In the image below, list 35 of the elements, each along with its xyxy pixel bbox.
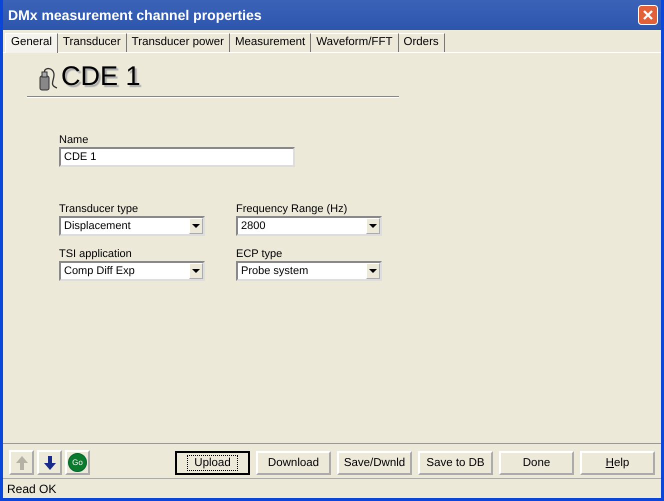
tab[interactable]: General [5,33,58,53]
tab[interactable]: Waveform/FFT [311,33,398,52]
caret-icon [369,269,377,273]
close-icon[interactable] [638,5,658,25]
dialog-button[interactable]: Save/Dwnld [337,450,412,474]
name-field[interactable]: CDE 1 [59,147,295,167]
status-text: Read OK [7,482,56,496]
window-title: DMx measurement channel properties [8,7,262,23]
dropdown[interactable]: Displacement [59,216,205,236]
tab[interactable]: Transducer power [126,33,230,52]
tab[interactable]: Transducer [58,33,127,52]
tab[interactable]: Measurement [230,33,312,52]
field-label: Transducer type [59,203,140,215]
dropdown[interactable]: Probe system [236,261,382,281]
channel-heading: CDE 1 [61,61,141,91]
tab[interactable]: Orders [398,33,445,52]
dialog-button[interactable]: Upload [175,450,250,474]
field-label: Name [59,134,90,146]
dialog-button[interactable]: Help [580,450,655,474]
dialog-button[interactable]: Save to DB [418,450,493,474]
field-label: ECP type [236,248,284,260]
field-label: Frequency Range (Hz) [236,203,348,215]
dialog-button[interactable]: Done [499,450,574,474]
caret-icon [192,269,200,273]
dropdown[interactable]: 2800 [236,216,382,236]
nav-button[interactable] [37,450,62,475]
sensor-icon [37,67,59,91]
caret-icon [192,224,200,228]
up-arrow-icon [16,456,28,470]
field-label: TSI application [59,248,133,260]
dropdown[interactable]: Comp Diff Exp [59,261,205,281]
nav-button[interactable]: Go [65,450,90,475]
caret-icon [369,224,377,228]
down-arrow-icon [44,456,56,470]
dialog-button[interactable]: Download [256,450,331,474]
